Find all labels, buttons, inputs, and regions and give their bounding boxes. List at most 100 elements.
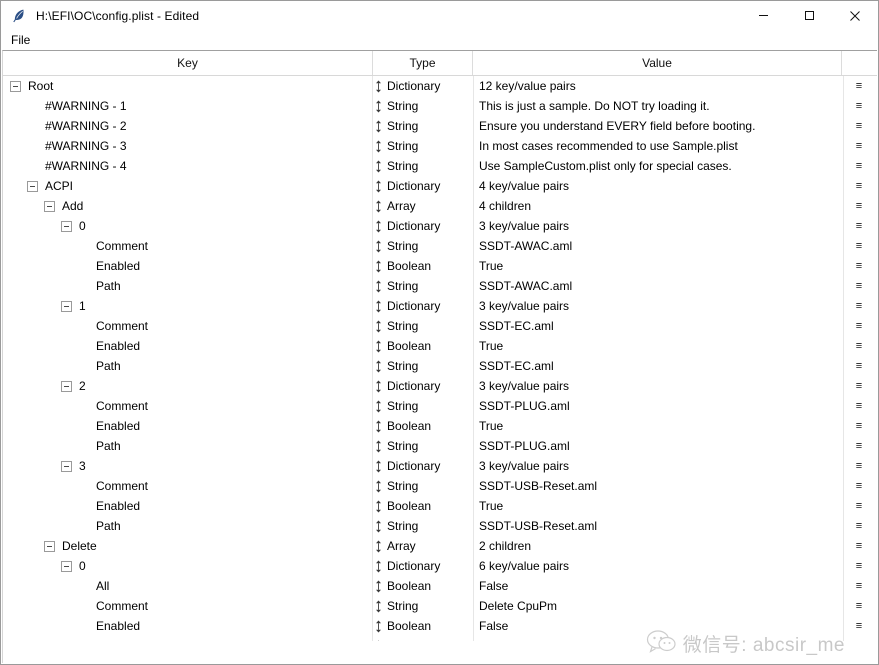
table-row[interactable]: 3 Dictionary 3 key/value pairs ≡ — [3, 456, 877, 476]
cell-value[interactable]: Use SampleCustom.plist only for special … — [472, 156, 841, 176]
table-row[interactable]: Add Array 4 children ≡ — [3, 196, 877, 216]
row-menu-icon[interactable]: ≡ — [856, 81, 862, 92]
cell-key[interactable]: 0 — [3, 216, 372, 236]
cell-value[interactable]: SSDT-PLUG.aml — [472, 436, 841, 456]
cell-type[interactable]: Dictionary — [372, 216, 472, 236]
cell-type[interactable]: Dictionary — [372, 456, 472, 476]
cell-value[interactable]: 4 children — [472, 196, 841, 216]
cell-type[interactable]: Dictionary — [372, 296, 472, 316]
cell-row-menu[interactable]: ≡ — [841, 276, 877, 296]
cell-value[interactable]: In most cases recommended to use Sample.… — [472, 136, 841, 156]
table-row[interactable]: Enabled Boolean True ≡ — [3, 256, 877, 276]
cell-value[interactable]: This is just a sample. Do NOT try loadin… — [472, 96, 841, 116]
cell-key[interactable]: #WARNING - 2 — [3, 116, 372, 136]
type-updown-arrow-icon[interactable] — [375, 80, 382, 93]
table-row[interactable]: #WARNING - 3 String In most cases recommen… — [3, 136, 877, 156]
table-row[interactable]: Root Dictionary 12 key/value pairs ≡ — [3, 76, 877, 96]
type-updown-arrow-icon[interactable] — [375, 480, 382, 493]
cell-value[interactable]: 3 key/value pairs — [472, 216, 841, 236]
table-row[interactable]: Path String SSDT-AWAC.aml ≡ — [3, 276, 877, 296]
cell-row-menu[interactable]: ≡ — [841, 556, 877, 576]
column-header-key[interactable]: Key — [3, 51, 372, 75]
cell-value[interactable]: True — [472, 256, 841, 276]
cell-value[interactable]: Ensure you understand EVERY field before… — [472, 116, 841, 136]
type-updown-arrow-icon[interactable] — [375, 280, 382, 293]
cell-row-menu[interactable]: ≡ — [841, 96, 877, 116]
cell-value[interactable]: True — [472, 416, 841, 436]
cell-key[interactable]: Enabled — [3, 616, 372, 636]
type-updown-arrow-icon[interactable] — [375, 320, 382, 333]
cell-row-menu[interactable]: ≡ — [841, 476, 877, 496]
table-row[interactable]: 1 Dictionary 3 key/value pairs ≡ — [3, 296, 877, 316]
cell-value[interactable]: 4 key/value pairs — [472, 176, 841, 196]
cell-value[interactable]: 2 children — [472, 536, 841, 556]
type-updown-arrow-icon[interactable] — [375, 260, 382, 273]
row-menu-icon[interactable]: ≡ — [856, 301, 862, 312]
cell-key[interactable]: Comment — [3, 596, 372, 616]
cell-value[interactable]: SSDT-AWAC.aml — [472, 236, 841, 256]
cell-key[interactable]: #WARNING - 1 — [3, 96, 372, 116]
row-menu-icon[interactable]: ≡ — [856, 541, 862, 552]
table-row[interactable]: Comment String SSDT-PLUG.aml ≡ — [3, 396, 877, 416]
cell-row-menu[interactable]: ≡ — [841, 576, 877, 596]
cell-key[interactable]: Add — [3, 196, 372, 216]
cell-row-menu[interactable]: ≡ — [841, 456, 877, 476]
table-row[interactable]: Enabled Boolean True ≡ — [3, 416, 877, 436]
type-updown-arrow-icon[interactable] — [375, 240, 382, 253]
expand-collapse-icon[interactable] — [10, 80, 21, 92]
cell-type[interactable]: String — [372, 276, 472, 296]
table-row[interactable]: ACPI Dictionary 4 key/value pairs ≡ — [3, 176, 877, 196]
cell-value[interactable]: SSDT-USB-Reset.aml — [472, 476, 841, 496]
expand-collapse-icon[interactable] — [61, 460, 72, 472]
row-menu-icon[interactable]: ≡ — [856, 401, 862, 412]
cell-value[interactable]: False — [472, 576, 841, 596]
cell-key[interactable]: All — [3, 576, 372, 596]
cell-type[interactable]: Boolean — [372, 256, 472, 276]
cell-type[interactable]: String — [372, 476, 472, 496]
cell-key[interactable]: Comment — [3, 396, 372, 416]
cell-key[interactable]: Enabled — [3, 416, 372, 436]
row-menu-icon[interactable]: ≡ — [856, 561, 862, 572]
cell-row-menu[interactable]: ≡ — [841, 376, 877, 396]
row-menu-icon[interactable]: ≡ — [856, 421, 862, 432]
table-row[interactable]: Enabled Boolean True ≡ — [3, 496, 877, 516]
cell-key[interactable]: 1 — [3, 296, 372, 316]
cell-row-menu[interactable]: ≡ — [841, 616, 877, 636]
table-row[interactable]: 0 Dictionary 6 key/value pairs ≡ — [3, 556, 877, 576]
table-row[interactable]: Delete Array 2 children ≡ — [3, 536, 877, 556]
type-updown-arrow-icon[interactable] — [375, 300, 382, 313]
cell-value[interactable]: False — [472, 616, 841, 636]
column-header-menu[interactable] — [841, 51, 877, 75]
row-menu-icon[interactable]: ≡ — [856, 341, 862, 352]
cell-type[interactable]: Dictionary — [372, 76, 472, 96]
type-updown-arrow-icon[interactable] — [375, 420, 382, 433]
cell-row-menu[interactable]: ≡ — [841, 296, 877, 316]
type-updown-arrow-icon[interactable] — [375, 200, 382, 213]
cell-value[interactable]: SSDT-USB-Reset.aml — [472, 516, 841, 536]
cell-type[interactable]: String — [372, 596, 472, 616]
cell-type[interactable]: Boolean — [372, 576, 472, 596]
column-header-type[interactable]: Type — [372, 51, 472, 75]
row-menu-icon[interactable]: ≡ — [856, 321, 862, 332]
cell-type[interactable]: Dictionary — [372, 556, 472, 576]
cell-type[interactable]: Data — [372, 636, 472, 641]
cell-row-menu[interactable]: ≡ — [841, 516, 877, 536]
row-menu-icon[interactable]: ≡ — [856, 521, 862, 532]
cell-key[interactable]: Comment — [3, 476, 372, 496]
cell-key[interactable]: Enabled — [3, 496, 372, 516]
cell-value[interactable]: 3 key/value pairs — [472, 296, 841, 316]
table-row[interactable]: #WARNING - 4 String Use SampleCustom.plist… — [3, 156, 877, 176]
type-updown-arrow-icon[interactable] — [375, 580, 382, 593]
cell-row-menu[interactable]: ≡ — [841, 416, 877, 436]
cell-type[interactable]: Boolean — [372, 616, 472, 636]
cell-value[interactable]: True — [472, 496, 841, 516]
cell-value[interactable]: SSDT-PLUG.aml — [472, 396, 841, 416]
cell-key[interactable]: Delete — [3, 536, 372, 556]
table-row[interactable]: Comment String SSDT-USB-Reset.aml ≡ — [3, 476, 877, 496]
type-updown-arrow-icon[interactable] — [375, 400, 382, 413]
cell-type[interactable]: String — [372, 436, 472, 456]
type-updown-arrow-icon[interactable] — [375, 140, 382, 153]
type-updown-arrow-icon[interactable] — [375, 120, 382, 133]
cell-key[interactable]: Comment — [3, 316, 372, 336]
table-row[interactable]: #WARNING - 1 String This is just a sample.… — [3, 96, 877, 116]
